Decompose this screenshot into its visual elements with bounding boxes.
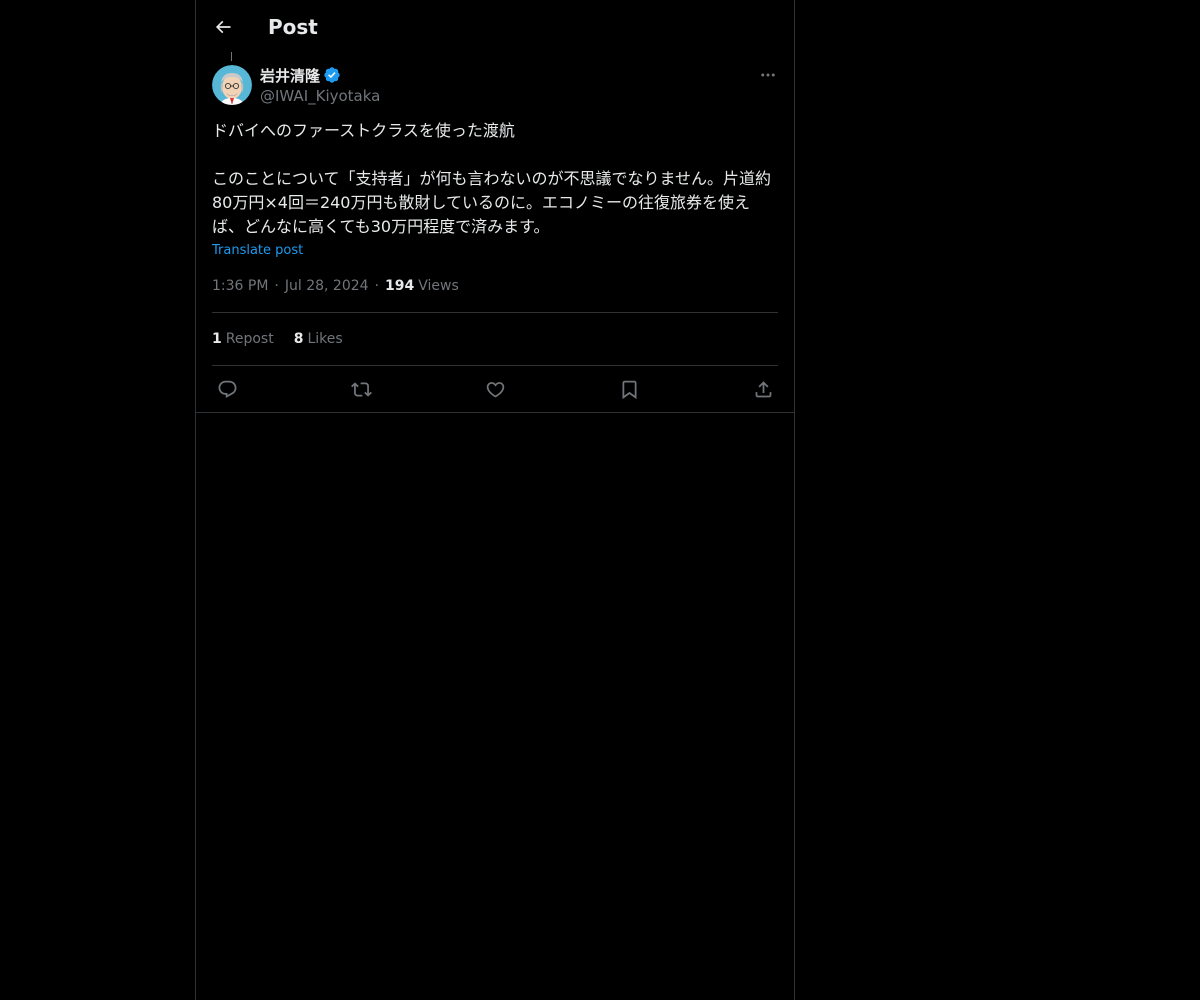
post-time[interactable]: 1:36 PM bbox=[212, 276, 268, 296]
views-label: Views bbox=[418, 278, 459, 294]
back-button[interactable] bbox=[208, 12, 238, 42]
avatar-image bbox=[212, 65, 252, 105]
divider bbox=[212, 312, 778, 313]
post-bottom-border bbox=[196, 412, 794, 413]
action-bar bbox=[212, 373, 778, 405]
more-horizontal-icon bbox=[761, 73, 775, 77]
reposts-count: 1 bbox=[212, 331, 222, 347]
share-button[interactable] bbox=[748, 374, 778, 404]
post-text: ドバイへのファーストクラスを使った渡航 このことについて「支持者」が何も言わない… bbox=[212, 121, 772, 236]
divider bbox=[212, 365, 778, 366]
reply-icon bbox=[218, 380, 236, 398]
views-count: 194 bbox=[385, 278, 415, 294]
thread-connector bbox=[231, 52, 232, 61]
display-name[interactable]: 岩井清隆 bbox=[260, 65, 320, 86]
display-name-row: 岩井清隆 bbox=[260, 64, 380, 86]
meta-separator: · bbox=[374, 278, 380, 294]
share-icon bbox=[755, 380, 771, 397]
verified-badge-icon bbox=[324, 67, 340, 83]
translate-post-link[interactable]: Translate post bbox=[212, 242, 303, 260]
repost-button[interactable] bbox=[346, 374, 376, 404]
post-meta: 1:36 PM · Jul 28, 2024 · 194 Views bbox=[212, 276, 459, 296]
reposts-label: Repost bbox=[225, 331, 274, 347]
bookmark-icon bbox=[622, 380, 636, 399]
page-title: Post bbox=[268, 15, 318, 39]
meta-separator: · bbox=[274, 278, 279, 294]
post-column: Post 岩井清隆 @IWAI_Kiyotaka ドバイへのファーストクラスを使… bbox=[195, 0, 795, 1000]
more-options-button[interactable] bbox=[756, 64, 780, 86]
post-date[interactable]: Jul 28, 2024 bbox=[285, 276, 369, 296]
engagement-stats: 1 Repost 8 Likes bbox=[212, 329, 363, 349]
likes-label: Likes bbox=[307, 331, 343, 347]
like-icon bbox=[486, 381, 504, 398]
repost-icon bbox=[350, 381, 372, 397]
reposts-stat[interactable]: 1 Repost bbox=[212, 329, 274, 349]
bookmark-button[interactable] bbox=[614, 374, 644, 404]
author-block: 岩井清隆 @IWAI_Kiyotaka bbox=[260, 64, 380, 106]
likes-count: 8 bbox=[293, 331, 304, 347]
like-button[interactable] bbox=[480, 374, 510, 404]
reply-button[interactable] bbox=[212, 374, 242, 404]
top-bar: Post bbox=[196, 0, 794, 53]
avatar[interactable] bbox=[212, 65, 252, 105]
arrow-left-icon bbox=[215, 20, 231, 34]
likes-stat[interactable]: 8 Likes bbox=[294, 329, 343, 349]
user-handle[interactable]: @IWAI_Kiyotaka bbox=[260, 86, 380, 106]
